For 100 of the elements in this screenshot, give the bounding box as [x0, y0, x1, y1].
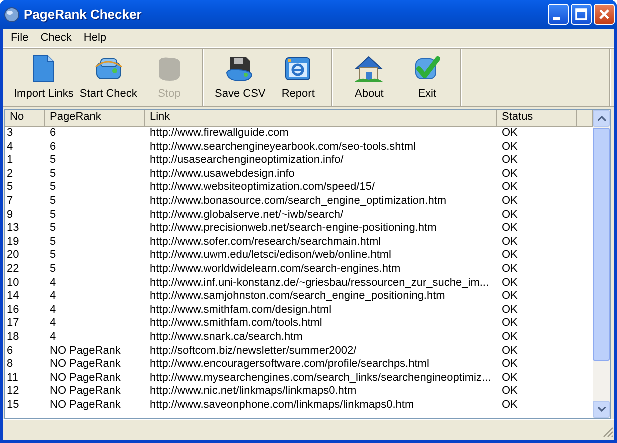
- table-cell-text: NO PageRank: [49, 358, 122, 372]
- table-cell-text: http://www.smithfam.com/tools.html: [149, 317, 324, 331]
- table-cell-text: 20: [6, 249, 20, 263]
- scroll-up-button[interactable]: [593, 110, 610, 127]
- table-cell-text: NO PageRank: [49, 372, 122, 386]
- table-cell-text: 4: [6, 140, 14, 154]
- toolbar-button[interactable]: Import Links: [11, 49, 77, 106]
- table-cell-text: 5: [49, 154, 58, 168]
- table-cell-text: 8: [6, 358, 14, 372]
- table-cell-text: 4: [49, 304, 58, 318]
- table-cell-text: 5: [49, 222, 58, 236]
- toolbar-button[interactable]: About: [340, 49, 398, 106]
- table-cell-text: OK: [501, 385, 519, 399]
- column-header[interactable]: PageRank: [45, 110, 145, 126]
- toolbar-button[interactable]: Start Check: [76, 49, 140, 106]
- table-cell-text: http://www.samjohnston.com/search_engine_positioning.htm: [149, 290, 446, 304]
- table-cell-text: 4: [49, 290, 58, 304]
- table-cell-text: 17: [6, 317, 20, 331]
- table-cell-text: 15: [6, 398, 20, 412]
- table-cell-text: NO PageRank: [49, 398, 122, 412]
- table-cell-text: OK: [501, 330, 519, 344]
- table-cell-text: OK: [501, 398, 519, 412]
- scrollbar[interactable]: [593, 110, 610, 418]
- table-cell-text: 7: [6, 194, 14, 209]
- table-cell-text: http://www.mysearchengines.com/search_links/searchengineoptimiz...: [149, 372, 492, 386]
- table-cell-text: http://www.worldwidelearn.com/search-engines.htm: [149, 262, 402, 277]
- table-cell-text: OK: [501, 276, 519, 290]
- table-cell-text: http://www.nic.net/linkmaps/linkmaps0.htm: [149, 385, 358, 399]
- table-cell-text: OK: [501, 344, 519, 358]
- toolbar-button[interactable]: Exit: [398, 49, 456, 106]
- table-cell-text: 22: [6, 262, 20, 277]
- table-cell-text: http://www.searchengineyearbook.com/seo-tools.shtml: [149, 140, 417, 154]
- column-header[interactable]: No: [5, 110, 45, 126]
- table-cell-text: 16: [6, 304, 20, 318]
- table-cell-text: OK: [501, 154, 519, 168]
- table-cell-text: http://softcom.biz/newsletter/summer2002/: [149, 344, 358, 358]
- column-header[interactable]: Status: [497, 110, 577, 126]
- table-cell-text: http://www.bonasource.com/search_engine_optimization.htm: [149, 194, 448, 209]
- table-cell-text: 1: [6, 154, 14, 168]
- table-cell-text: http://www.firewallguide.com: [149, 127, 290, 141]
- table-cell-text: http://www.inf.uni-konstanz.de/~griesbau/ressourcen_zur_suche_im...: [149, 276, 490, 290]
- table-cell-text: OK: [501, 262, 519, 277]
- table-cell-text: 5: [49, 262, 58, 277]
- table-cell-text: OK: [501, 127, 519, 141]
- menu-item[interactable]: Check: [34, 32, 78, 44]
- table-cell-text: 9: [6, 208, 14, 222]
- maximize-button[interactable]: [571, 4, 592, 25]
- toolbar-button[interactable]: Save CSV: [211, 49, 270, 106]
- table-cell-text: http://www.smithfam.com/design.html: [149, 304, 333, 318]
- table-cell-text: http://www.sofer.com/research/searchmain.html: [149, 236, 382, 250]
- toolbar-button[interactable]: Report: [269, 49, 328, 106]
- table-cell-text: 11: [6, 372, 20, 386]
- table-cell-text: NO PageRank: [49, 385, 122, 399]
- table-cell-text: 3: [6, 127, 14, 141]
- column-header[interactable]: Link: [145, 110, 497, 126]
- scroll-down-button[interactable]: [593, 401, 610, 418]
- table-cell-text: OK: [501, 372, 519, 386]
- scroll-thumb[interactable]: [593, 128, 610, 361]
- table-cell-text: 5: [49, 236, 58, 250]
- minimize-button[interactable]: [548, 4, 569, 25]
- table-cell-text: 4: [49, 330, 58, 344]
- table-cell-text: 5: [6, 181, 14, 195]
- table-cell-text: OK: [501, 194, 519, 209]
- table-cell-text: 19: [6, 236, 20, 250]
- table-cell-text: 14: [6, 290, 20, 304]
- table-cell-text: http://www.precisionweb.net/search-engine-positioning.htm: [149, 222, 438, 236]
- table-cell-text: OK: [501, 236, 519, 250]
- table-cell-text: 5: [49, 249, 58, 263]
- table-cell-text: OK: [501, 304, 519, 318]
- table-cell-text: 5: [49, 208, 58, 222]
- table-cell-text: http://www.uwm.edu/letsci/edison/web/online.html: [149, 249, 393, 263]
- table-cell-text: OK: [501, 208, 519, 222]
- table-cell-text: NO PageRank: [49, 344, 122, 358]
- table-cell-text: 13: [6, 222, 20, 236]
- table-cell-text: OK: [501, 181, 519, 195]
- table-cell-text: http://www.websiteoptimization.com/speed/15/: [149, 181, 376, 195]
- menu-item[interactable]: Help: [78, 32, 113, 44]
- table-cell-text: OK: [501, 168, 519, 182]
- table-cell-text: OK: [501, 290, 519, 304]
- table-cell-text: 6: [49, 127, 58, 141]
- resize-grip-icon[interactable]: [602, 426, 614, 438]
- chevron-down-icon: [598, 407, 606, 412]
- table-cell-text: 10: [6, 276, 20, 290]
- globe-icon: [4, 6, 20, 22]
- table-cell-text: 18: [6, 330, 20, 344]
- table-cell-text: 4: [49, 317, 58, 331]
- table-cell-text: OK: [501, 222, 519, 236]
- chevron-up-icon: [598, 116, 606, 121]
- table-cell-text: http://usasearchengineoptimization.info/: [149, 154, 345, 168]
- table-cell-text: 6: [49, 140, 58, 154]
- table-cell-text: http://www.usawebdesign.info: [149, 168, 296, 182]
- table-cell-text: OK: [501, 317, 519, 331]
- table-cell-text: 6: [6, 344, 14, 358]
- menu-item[interactable]: File: [5, 32, 35, 44]
- table-cell-text: OK: [501, 358, 519, 372]
- table-cell-text: 5: [49, 181, 58, 195]
- table-cell-text: http://www.globalserve.net/~iwb/search/: [149, 208, 345, 222]
- close-button[interactable]: [594, 4, 615, 25]
- table-cell-text: http://www.snark.ca/search.htm: [149, 330, 304, 344]
- table-cell-text: OK: [501, 249, 519, 263]
